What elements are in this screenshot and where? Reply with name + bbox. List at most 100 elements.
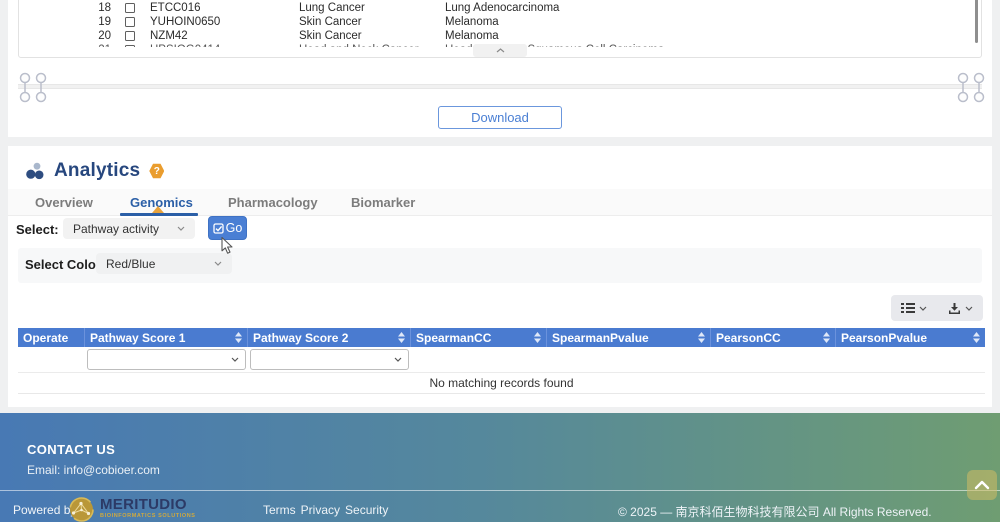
brand-block: MERITUDIO BIOINFORMATICS SOLUTIONS [100, 497, 196, 520]
tab-pharmacology[interactable]: Pharmacology [228, 195, 318, 210]
chevron-up-icon [974, 480, 990, 490]
collapse-button[interactable] [473, 44, 527, 57]
row-number: 18 [75, 1, 111, 15]
chevron-down-icon [394, 357, 402, 362]
table-row: 18 ETCC016 Lung Cancer Lung Adenocarcino… [19, 1, 981, 15]
cell-cancer-type: Skin Cancer [299, 29, 362, 43]
row-number: 20 [75, 29, 111, 43]
slider-handle[interactable] [34, 72, 48, 103]
row-checkbox[interactable] [125, 31, 135, 41]
analytics-header: Analytics ? [26, 160, 164, 182]
cell-name: YUHOIN0650 [150, 15, 220, 29]
top-panel: 18 ETCC016 Lung Cancer Lung Adenocarcino… [8, 0, 992, 137]
table-row: 19 YUHOIN0650 Skin Cancer Melanoma [19, 15, 981, 29]
brand-name: MERITUDIO [100, 497, 196, 512]
row-checkbox[interactable] [125, 3, 135, 13]
analytics-tabbar: Overview Genomics Pharmacology Biomarker [8, 189, 992, 216]
footer-links: Terms Privacy Security [263, 503, 388, 517]
pathway-select-value: Pathway activity [73, 222, 159, 236]
sort-icon [534, 332, 541, 343]
cell-name: ETCC016 [150, 1, 201, 15]
columns-icon [901, 302, 915, 314]
download-icon [948, 302, 961, 315]
sort-icon [973, 332, 980, 343]
tab-overview[interactable]: Overview [35, 195, 93, 210]
column-header-pathway-score-2[interactable]: Pathway Score 2 [248, 328, 411, 347]
column-header-pearsonpvalue[interactable]: PearsonPvalue [836, 328, 985, 347]
active-tab-marker-icon [152, 206, 164, 213]
column-header-spearmanpvalue[interactable]: SpearmanPvalue [547, 328, 711, 347]
row-number: 19 [75, 15, 111, 29]
download-button-label: Download [471, 110, 529, 125]
chevron-down-icon [919, 306, 927, 311]
chevron-down-icon [231, 357, 239, 362]
analytics-cluster-icon [26, 162, 45, 180]
download-button[interactable]: Download [438, 106, 562, 129]
results-table-filter-row [18, 347, 985, 373]
row-checkbox[interactable] [125, 45, 135, 47]
meritudio-logo-icon [68, 496, 95, 522]
chevron-up-icon [496, 48, 505, 53]
cell-cancer-type: Skin Cancer [299, 15, 362, 29]
pathway-select[interactable]: Pathway activity [63, 218, 195, 239]
slider-handle[interactable] [956, 72, 970, 103]
sort-icon [823, 332, 830, 343]
cell-cancer-type: Lung Cancer [299, 1, 365, 15]
select-label: Select: [16, 222, 59, 237]
analytics-section: Analytics ? Overview Genomics Pharmacolo… [8, 146, 992, 407]
chevron-down-icon [965, 306, 973, 311]
sort-icon [398, 332, 405, 343]
powered-by-label: Powered by [13, 503, 76, 517]
table-vertical-scrollbar[interactable] [975, 0, 978, 43]
cell-line-table: 18 ETCC016 Lung Cancer Lung Adenocarcino… [18, 0, 982, 58]
cell-subtype: Melanoma [445, 29, 499, 43]
analytics-title: Analytics [54, 160, 140, 182]
link-security[interactable]: Security [345, 503, 388, 517]
cell-subtype: Melanoma [445, 15, 499, 29]
column-header-spearmancc[interactable]: SpearmanCC [411, 328, 547, 347]
contact-heading: CONTACT US [27, 442, 115, 457]
column-header-operate[interactable]: Operate [18, 328, 85, 347]
color-select-label: Select Color: [25, 257, 105, 272]
results-table-header: Operate Pathway Score 1 Pathway Score 2 … [18, 328, 985, 347]
pathway-score-2-filter-select[interactable] [250, 349, 409, 370]
color-select[interactable]: Red/Blue [96, 253, 232, 274]
copyright-text: © 2025 — 南京科佰生物科技有限公司 All Rights Reserve… [618, 503, 932, 520]
scroll-top-button[interactable] [967, 470, 997, 500]
row-checkbox[interactable] [125, 17, 135, 27]
chevron-down-icon [177, 226, 185, 231]
check-square-icon [213, 223, 224, 234]
brand-subtitle: BIOINFORMATICS SOLUTIONS [100, 514, 196, 520]
sort-icon [235, 332, 242, 343]
link-terms[interactable]: Terms [263, 503, 296, 517]
chevron-down-icon [214, 261, 222, 266]
column-header-pathway-score-1[interactable]: Pathway Score 1 [85, 328, 248, 347]
footer: CONTACT US Email: info@cobioer.com Power… [0, 413, 1000, 522]
table-toolbar [891, 295, 983, 321]
help-icon[interactable]: ? [149, 163, 164, 179]
go-button-label: Go [226, 221, 243, 235]
tab-biomarker[interactable]: Biomarker [351, 195, 415, 210]
go-button[interactable]: Go [208, 216, 247, 240]
column-header-pearsoncc[interactable]: PearsonCC [711, 328, 836, 347]
cell-name: HPSIOG0414 [150, 43, 220, 47]
sort-icon [698, 332, 705, 343]
columns-toggle-button[interactable] [891, 295, 937, 321]
footer-divider [0, 490, 1000, 491]
results-table: Operate Pathway Score 1 Pathway Score 2 … [18, 328, 985, 394]
color-select-value: Red/Blue [106, 257, 155, 271]
cell-subtype: Lung Adenocarcinoma [445, 1, 559, 15]
cell-name: NZM42 [150, 29, 188, 43]
link-privacy[interactable]: Privacy [301, 503, 340, 517]
range-slider-track[interactable] [18, 84, 982, 89]
slider-handle[interactable] [18, 72, 32, 103]
contact-email: Email: info@cobioer.com [27, 463, 160, 477]
empty-table-message: No matching records found [18, 373, 985, 394]
export-button[interactable] [937, 295, 983, 321]
active-tab-underline [120, 213, 198, 216]
slider-handle[interactable] [972, 72, 986, 103]
row-number: 21 [75, 43, 111, 47]
table-row: 20 NZM42 Skin Cancer Melanoma [19, 29, 981, 43]
cell-cancer-type: Head and Neck Cancer [299, 43, 419, 47]
pathway-score-1-filter-select[interactable] [87, 349, 246, 370]
